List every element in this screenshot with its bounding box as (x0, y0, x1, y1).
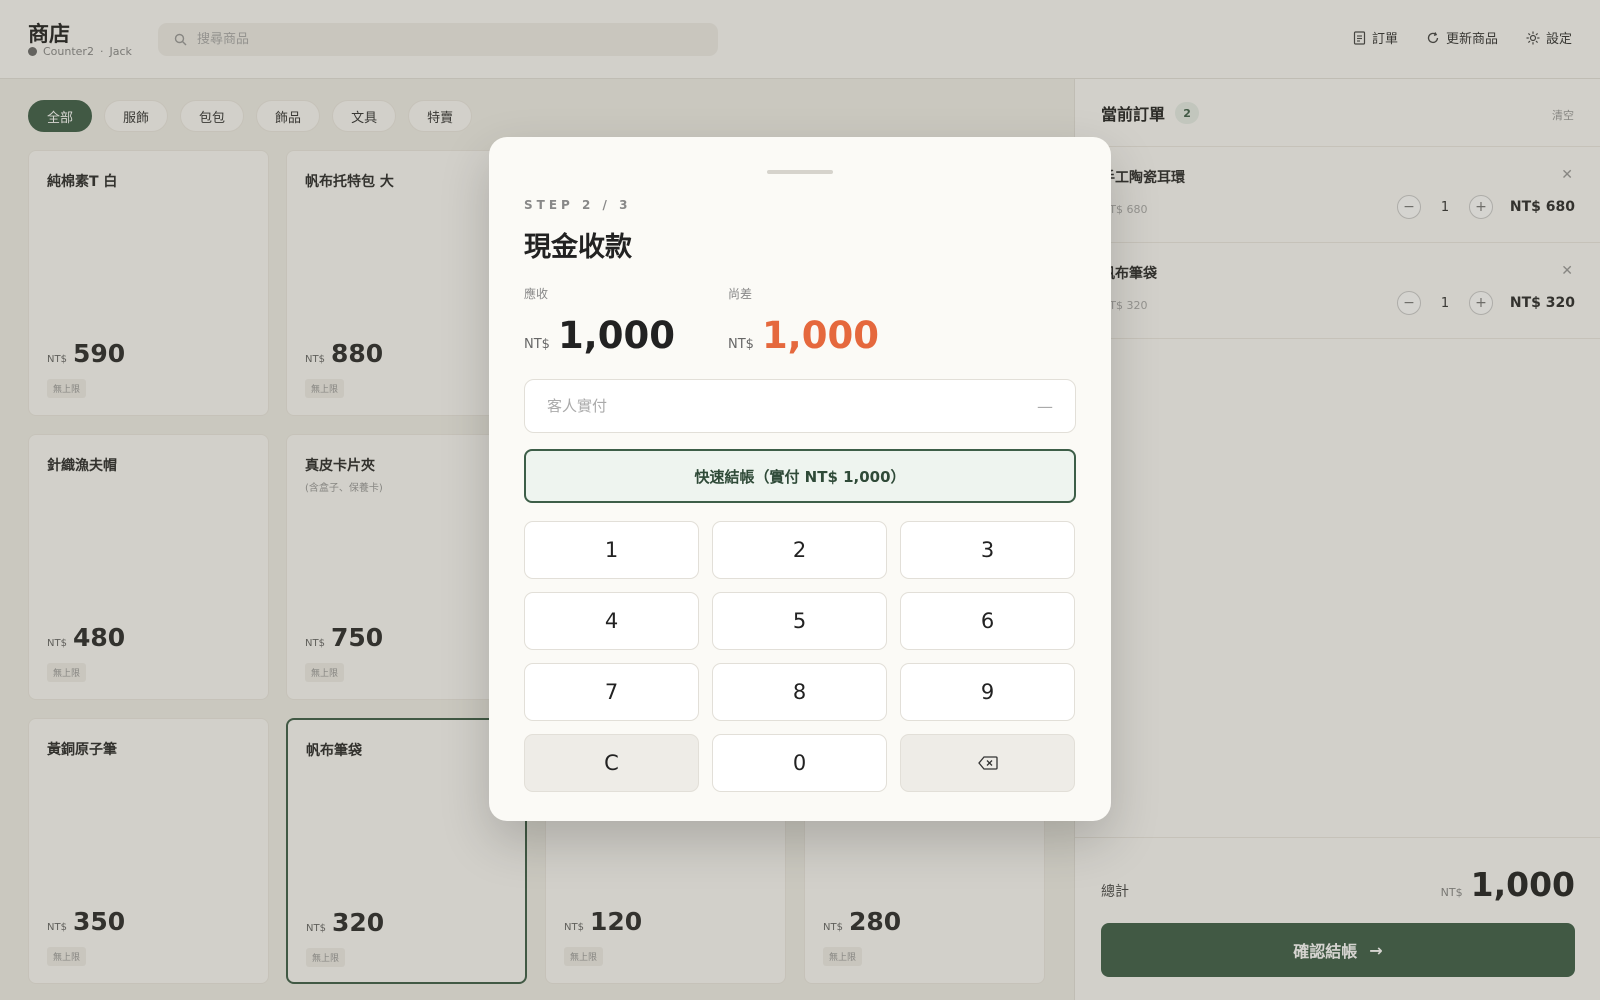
receivable-label: 應收 (524, 287, 549, 301)
receivable-block: 應收 NT$ 1,000 (524, 285, 675, 357)
receivable-value: 1,000 (557, 314, 675, 357)
key-3[interactable]: 3 (900, 521, 1075, 579)
key-0[interactable]: 0 (712, 734, 887, 792)
drag-handle[interactable] (767, 170, 833, 174)
key-7[interactable]: 7 (524, 663, 699, 721)
customer-paid-input[interactable] (547, 397, 987, 415)
key-9[interactable]: 9 (900, 663, 1075, 721)
due-label: 尚差 (728, 287, 753, 301)
receivable-amount: NT$ 1,000 (524, 314, 675, 357)
paid-empty-indicator: — (1037, 396, 1053, 416)
numeric-keypad: 1 2 3 4 5 6 7 8 9 C 0 (524, 521, 1076, 792)
cash-payment-modal: STEP 2 / 3 現金收款 應收 NT$ 1,000 尚差 NT$ 1,00… (489, 137, 1111, 821)
quick-checkout-button[interactable]: 快速結帳（實付 NT$ 1,000） (524, 449, 1076, 503)
due-value: 1,000 (761, 314, 879, 357)
currency-label: NT$ (728, 337, 754, 352)
key-8[interactable]: 8 (712, 663, 887, 721)
modal-title: 現金收款 (524, 232, 632, 263)
customer-paid-field[interactable]: — (524, 379, 1076, 433)
backspace-key[interactable] (900, 734, 1075, 792)
due-block: 尚差 NT$ 1,000 (728, 285, 879, 357)
key-2[interactable]: 2 (712, 521, 887, 579)
key-5[interactable]: 5 (712, 592, 887, 650)
backspace-icon (977, 756, 998, 770)
key-6[interactable]: 6 (900, 592, 1075, 650)
step-indicator: STEP 2 / 3 (524, 198, 632, 212)
due-amount: NT$ 1,000 (728, 314, 879, 357)
key-4[interactable]: 4 (524, 592, 699, 650)
key-1[interactable]: 1 (524, 521, 699, 579)
clear-key[interactable]: C (524, 734, 699, 792)
currency-label: NT$ (524, 337, 550, 352)
